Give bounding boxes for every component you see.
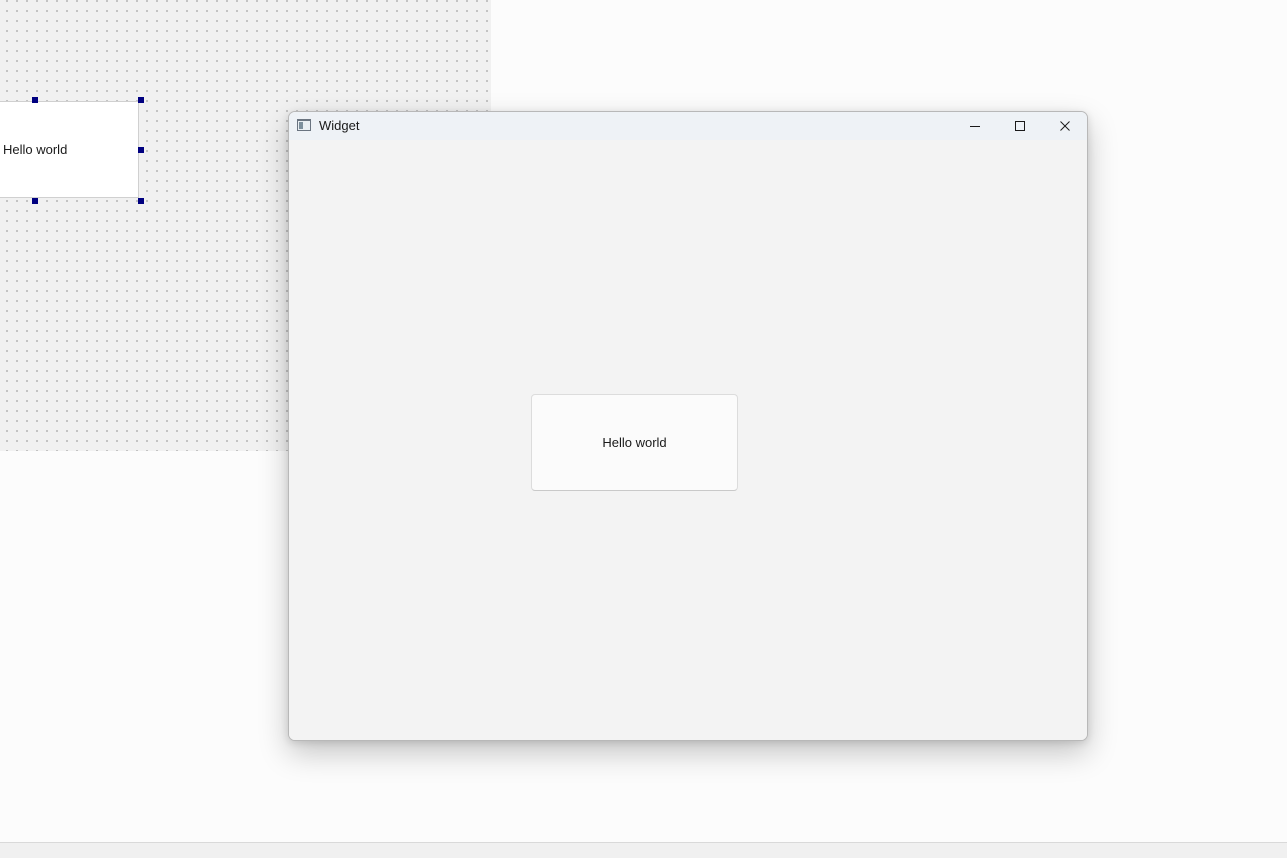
selection-handle-top-right[interactable] xyxy=(138,97,144,103)
app-window-icon xyxy=(297,119,311,131)
title-bar[interactable]: Widget xyxy=(289,112,1087,140)
maximize-button[interactable] xyxy=(997,112,1043,140)
selection-handle-bottom-right[interactable] xyxy=(138,198,144,204)
hello-world-button[interactable]: Hello world xyxy=(531,394,738,491)
minimize-button[interactable] xyxy=(952,112,998,140)
selection-handle-mid-right[interactable] xyxy=(138,147,144,153)
designer-hello-button-label: Hello world xyxy=(3,142,68,157)
window-title: Widget xyxy=(319,118,360,133)
window-client-area: Hello world xyxy=(289,140,1087,740)
widget-window: Widget Hello world xyxy=(288,111,1088,741)
close-button[interactable] xyxy=(1042,112,1087,140)
minimize-icon xyxy=(970,126,980,127)
selection-handle-top-mid[interactable] xyxy=(32,97,38,103)
designer-hello-button[interactable]: Hello world xyxy=(0,101,139,198)
hello-world-button-label: Hello world xyxy=(602,435,667,450)
maximize-icon xyxy=(1015,121,1025,131)
selection-handle-bottom-mid[interactable] xyxy=(32,198,38,204)
close-icon xyxy=(1060,121,1070,131)
status-strip xyxy=(0,842,1287,858)
